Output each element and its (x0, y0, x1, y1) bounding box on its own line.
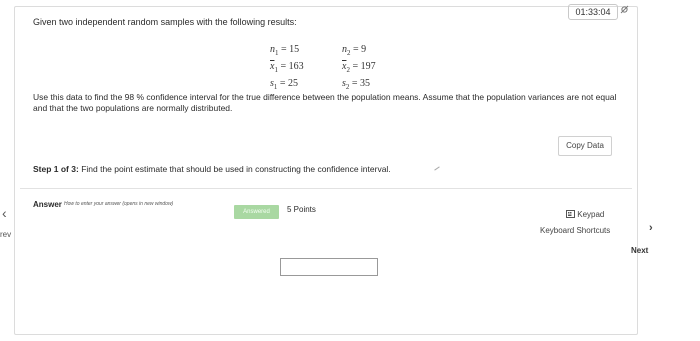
keypad-icon (566, 210, 575, 218)
keypad-label: Keypad (577, 210, 605, 219)
question-intro: Given two independent random samples wit… (33, 17, 297, 27)
stat-xbar2-value: 197 (360, 61, 376, 72)
copy-data-button[interactable]: Copy Data (558, 136, 612, 156)
stat-n1: n1 = 15 (270, 44, 300, 57)
answered-status-badge: Answered (234, 205, 279, 219)
problem-statement: Use this data to find the 98 % confidenc… (33, 92, 617, 113)
next-label[interactable]: Next (631, 246, 648, 255)
stat-n2: n2 = 9 (342, 44, 367, 57)
step-instruction: Step 1 of 3: Find the point estimate tha… (33, 164, 391, 174)
next-chevron-icon[interactable]: › (649, 222, 653, 234)
prev-chevron-icon[interactable]: ‹ (2, 205, 7, 221)
stat-xbar1-value: 163 (288, 61, 304, 72)
step-text: Find the point estimate that should be u… (81, 164, 391, 174)
stat-n1-value: 15 (289, 44, 300, 55)
timer-display: 01:33:04 (568, 4, 618, 20)
keyboard-shortcuts-link[interactable]: Keyboard Shortcuts (540, 226, 610, 235)
keypad-button[interactable]: Keypad (566, 210, 604, 219)
stat-s1: s1 = 25 (270, 78, 299, 91)
stat-s1-value: 25 (288, 78, 299, 89)
section-divider (20, 188, 632, 189)
timer-toggle-icon[interactable] (620, 5, 629, 14)
answer-input[interactable] (280, 258, 378, 276)
points-value: 5 Points (287, 205, 316, 214)
stat-xbar1: x1 = 163 (270, 61, 304, 74)
step-number: Step 1 of 3: (33, 164, 79, 174)
answer-label: Answer (33, 200, 62, 209)
stat-xbar2: x2 = 197 (342, 61, 376, 74)
stat-n2-value: 9 (361, 44, 367, 55)
stat-s2: s2 = 35 (342, 78, 371, 91)
stat-s2-value: 35 (360, 78, 371, 89)
answer-help-link[interactable]: How to enter your answer (opens in new w… (64, 201, 173, 207)
prev-label[interactable]: rev (0, 230, 11, 239)
